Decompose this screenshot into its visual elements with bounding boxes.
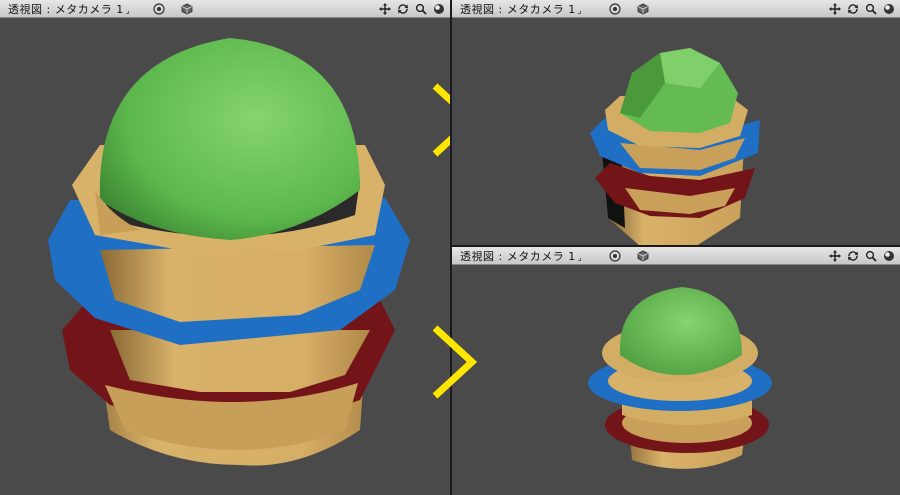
- zoom-icon[interactable]: [414, 2, 428, 16]
- target-icon[interactable]: [608, 249, 622, 263]
- dropdown-caret-icon[interactable]: ⌟: [578, 253, 582, 262]
- viewport-title[interactable]: 透視図 : メタカメラ 1 ⌟: [452, 248, 582, 264]
- arrow-icon: [432, 83, 450, 157]
- viewport-canvas[interactable]: [452, 265, 900, 495]
- viewport-title[interactable]: 透視図 : メタカメラ 1 ⌟: [452, 1, 582, 17]
- viewport-canvas[interactable]: [452, 18, 900, 245]
- rotate-icon[interactable]: [396, 2, 410, 16]
- dropdown-caret-icon[interactable]: ⌟: [578, 6, 582, 15]
- dropdown-caret-icon[interactable]: ⌟: [126, 6, 130, 15]
- viewport-header: 透視図 : メタカメラ 1 ⌟: [0, 0, 450, 18]
- shading-sphere-icon[interactable]: [432, 2, 446, 16]
- cube-icon[interactable]: [636, 2, 650, 16]
- zoom-icon[interactable]: [864, 2, 878, 16]
- rotate-icon[interactable]: [846, 2, 860, 16]
- target-icon[interactable]: [608, 2, 622, 16]
- viewport-header: 透視図 : メタカメラ 1 ⌟: [452, 0, 900, 18]
- object-render: [590, 48, 760, 245]
- zoom-icon[interactable]: [864, 249, 878, 263]
- viewport-left[interactable]: 透視図 : メタカメラ 1 ⌟: [0, 0, 450, 495]
- object-render: [48, 38, 410, 466]
- move-icon[interactable]: [828, 2, 842, 16]
- viewport-top-right[interactable]: 透視図 : メタカメラ 1 ⌟: [452, 0, 900, 245]
- target-icon[interactable]: [152, 2, 166, 16]
- viewport-title[interactable]: 透視図 : メタカメラ 1 ⌟: [0, 1, 130, 17]
- viewport-canvas[interactable]: [0, 18, 450, 495]
- shading-sphere-icon[interactable]: [882, 249, 896, 263]
- rotate-icon[interactable]: [846, 249, 860, 263]
- object-render: [588, 287, 772, 469]
- move-icon[interactable]: [828, 249, 842, 263]
- viewport-bottom-right[interactable]: 透視図 : メタカメラ 1 ⌟: [452, 247, 900, 495]
- cube-icon[interactable]: [636, 249, 650, 263]
- viewport-header: 透視図 : メタカメラ 1 ⌟: [452, 247, 900, 265]
- arrow-icon: [432, 325, 478, 399]
- shading-sphere-icon[interactable]: [882, 2, 896, 16]
- move-icon[interactable]: [378, 2, 392, 16]
- cube-icon[interactable]: [180, 2, 194, 16]
